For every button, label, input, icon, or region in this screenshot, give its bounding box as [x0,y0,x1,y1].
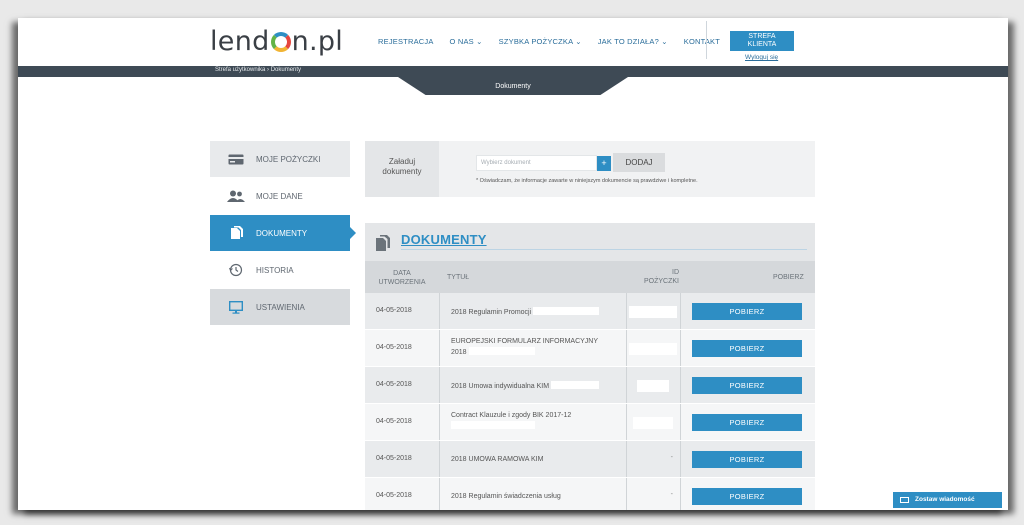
redacted-mask [551,381,600,389]
row-loan-id: - [670,491,673,498]
table-row: 04-05-2018 Contract Klauzule i zgody BIK… [365,404,815,441]
documents-table-body: 04-05-2018 2018 Regulamin Promocji POBIE… [365,293,815,510]
sidebar-item-label: USTAWIENIA [256,302,305,312]
main-nav: REJESTRACJA O NAS ⌄ SZYBKA POŻYCZKA ⌄ JA… [378,37,720,46]
documents-panel: DOKUMENTY DATA UTWORZENIA TYTUŁ ID POŻYC… [365,223,815,510]
row-loan-id [629,343,677,355]
download-button[interactable]: POBIERZ [692,414,802,431]
col-download-header: POBIERZ [773,274,804,281]
row-date: 04-05-2018 [376,492,412,499]
documents-title-underline [401,249,807,250]
envelope-icon [900,497,909,503]
sidebar-item-documents[interactable]: DOKUMENTY [210,215,356,252]
history-icon [226,263,246,277]
row-title: Contract Klauzule i zgody BIK 2017-12 [451,411,631,432]
nav-item-quick-loan[interactable]: SZYBKA POŻYCZKA ⌄ [499,37,582,46]
browser-page: lend n.pl REJESTRACJA O NAS ⌄ SZYBKA POŻY… [18,18,1008,510]
monitor-icon [226,300,246,314]
table-row: 04-05-2018 2018 Regulamin świadczenia us… [365,478,815,510]
add-document-button[interactable]: DODAJ [613,153,665,172]
row-loan-id [637,380,669,392]
row-title: 2018 Umowa indywidualna KIM [451,381,631,392]
nav-divider [706,21,707,59]
card-icon [226,152,246,166]
row-loan-id [633,417,673,429]
sidebar-item-label: MOJE DANE [256,191,303,201]
sidebar-item-settings[interactable]: USTAWIENIA [210,289,350,326]
sidebar-item-history[interactable]: HISTORIA [210,252,350,289]
col-date-header: DATA UTWORZENIA [378,270,426,286]
row-loan-id [629,306,677,318]
upload-declaration-note: * Oświadczam, że informacje zawarte w ni… [476,178,698,184]
row-title: 2018 Regulamin Promocji [451,307,631,318]
download-button[interactable]: POBIERZ [692,488,802,505]
col-loan-id-header: ID POŻYCZKI [643,269,679,285]
row-title: 2018 Regulamin świadczenia usług [451,493,561,500]
breadcrumb[interactable]: Strefa użytkownika › Dokumenty [215,67,301,73]
row-loan-id: - [670,454,673,461]
table-row: 04-05-2018 2018 Umowa indywidualna KIM P… [365,367,815,404]
sidebar-item-my-loans[interactable]: MOJE POŻYCZKI [210,141,350,178]
download-button[interactable]: POBIERZ [692,451,802,468]
documents-icon [375,235,391,256]
sidebar-item-label: DOKUMENTY [256,228,308,238]
users-icon [226,189,246,203]
logout-link[interactable]: Wyloguj się [745,54,778,61]
nav-item-contact[interactable]: KONTAKT [684,37,720,46]
documents-icon [226,226,246,240]
redacted-mask [468,347,535,355]
redacted-mask [451,421,535,429]
document-file-input[interactable]: Wybierz dokument [476,155,597,171]
row-date: 04-05-2018 [376,455,412,462]
table-row: 04-05-2018 2018 UMOWA RAMOWA KIM - POBIE… [365,441,815,478]
download-button[interactable]: POBIERZ [692,303,802,320]
sidebar-item-my-data[interactable]: MOJE DANE [210,178,350,215]
documents-table-header: DATA UTWORZENIA TYTUŁ ID POŻYCZKI POBIER… [365,261,815,293]
client-zone-button[interactable]: STREFA KLIENTA [730,31,794,51]
upload-panel: Załaduj dokumenty Wybierz dokument + DOD… [365,141,815,197]
browse-plus-button[interactable]: + [597,156,611,171]
sidebar-item-label: MOJE POŻYCZKI [256,154,321,164]
sidebar-item-label: HISTORIA [256,265,294,275]
site-header: lend n.pl REJESTRACJA O NAS ⌄ SZYBKA POŻY… [18,18,1008,66]
download-button[interactable]: POBIERZ [692,377,802,394]
upload-label: Załaduj dokumenty [365,141,439,197]
row-date: 04-05-2018 [376,381,412,388]
row-date: 04-05-2018 [376,307,412,314]
nav-item-how-it-works[interactable]: JAK TO DZIAŁA? ⌄ [598,37,668,46]
documents-title: DOKUMENTY [401,232,487,247]
logo-ring-icon [270,32,291,52]
nav-item-about[interactable]: O NAS ⌄ [450,37,483,46]
breadcrumb-bar: Strefa użytkownika › Dokumenty [18,66,1008,77]
table-row: 04-05-2018 EUROPEJSKI FORMULARZ INFORMAC… [365,330,815,367]
row-date: 04-05-2018 [376,418,412,425]
documents-header: DOKUMENTY [365,223,815,261]
leave-message-button[interactable]: Zostaw wiadomość [893,492,1002,508]
account-sidebar: MOJE POŻYCZKI MOJE DANE DOKUMENTY HISTOR… [210,141,356,326]
table-row: 04-05-2018 2018 Regulamin Promocji POBIE… [365,293,815,330]
nav-item-registration[interactable]: REJESTRACJA [378,37,434,46]
redacted-mask [533,307,600,315]
row-date: 04-05-2018 [376,344,412,351]
site-logo[interactable]: lend n.pl [210,26,343,57]
row-title: EUROPEJSKI FORMULARZ INFORMACYJNY 2018 [451,338,599,356]
row-title: 2018 UMOWA RAMOWA KIM [451,456,544,463]
col-title-header: TYTUŁ [447,274,470,281]
download-button[interactable]: POBIERZ [692,340,802,357]
page-tab-title: Dokumenty [495,83,531,90]
